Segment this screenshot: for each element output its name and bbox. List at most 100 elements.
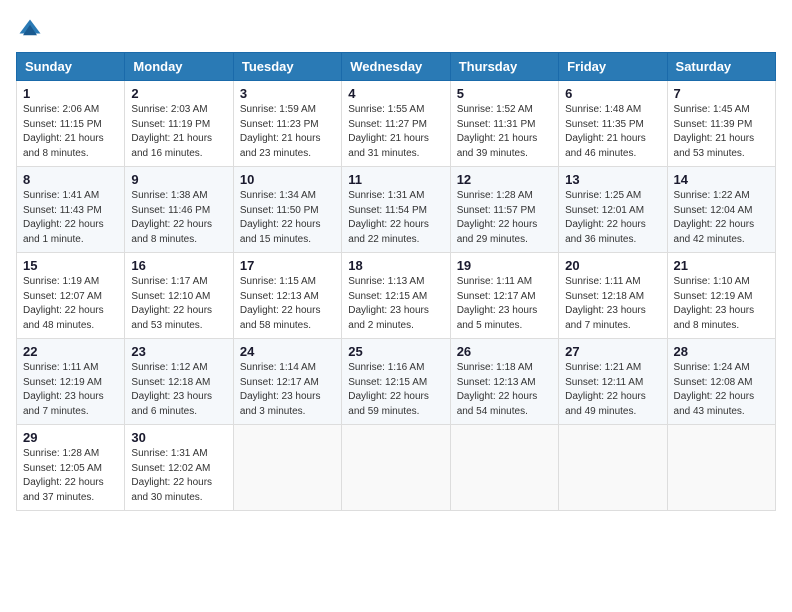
day-number: 4	[348, 86, 443, 101]
day-info: Sunrise: 1:22 AMSunset: 12:04 AMDaylight…	[674, 189, 769, 247]
calendar-day-cell	[450, 425, 558, 511]
day-info: Sunrise: 1:25 AMSunset: 12:01 AMDaylight…	[565, 189, 660, 247]
day-info: Sunrise: 1:48 AMSunset: 11:35 PMDaylight…	[565, 103, 660, 161]
day-of-week-header: Tuesday	[233, 53, 341, 81]
day-of-week-header: Friday	[559, 53, 667, 81]
day-info: Sunrise: 1:24 AMSunset: 12:08 AMDaylight…	[674, 361, 769, 419]
day-number: 10	[240, 172, 335, 187]
page-header	[16, 16, 776, 44]
day-number: 19	[457, 258, 552, 273]
calendar-week-row: 29 Sunrise: 1:28 AMSunset: 12:05 AMDaylig…	[17, 425, 776, 511]
calendar-day-cell: 28 Sunrise: 1:24 AMSunset: 12:08 AMDaylig…	[667, 339, 775, 425]
calendar-week-row: 8 Sunrise: 1:41 AMSunset: 11:43 PMDayligh…	[17, 167, 776, 253]
day-info: Sunrise: 1:11 AMSunset: 12:18 AMDaylight…	[565, 275, 660, 333]
day-number: 21	[674, 258, 769, 273]
day-of-week-header: Sunday	[17, 53, 125, 81]
calendar-day-cell: 21 Sunrise: 1:10 AMSunset: 12:19 AMDaylig…	[667, 253, 775, 339]
day-info: Sunrise: 1:34 AMSunset: 11:50 PMDaylight…	[240, 189, 335, 247]
day-number: 29	[23, 430, 118, 445]
day-number: 5	[457, 86, 552, 101]
day-number: 8	[23, 172, 118, 187]
day-number: 26	[457, 344, 552, 359]
calendar-day-cell: 17 Sunrise: 1:15 AMSunset: 12:13 AMDaylig…	[233, 253, 341, 339]
calendar-day-cell	[342, 425, 450, 511]
day-info: Sunrise: 2:03 AMSunset: 11:19 PMDaylight…	[131, 103, 226, 161]
day-number: 23	[131, 344, 226, 359]
day-info: Sunrise: 1:41 AMSunset: 11:43 PMDaylight…	[23, 189, 118, 247]
day-info: Sunrise: 1:19 AMSunset: 12:07 AMDaylight…	[23, 275, 118, 333]
day-number: 25	[348, 344, 443, 359]
day-info: Sunrise: 1:28 AMSunset: 12:05 AMDaylight…	[23, 447, 118, 505]
day-number: 11	[348, 172, 443, 187]
day-info: Sunrise: 1:52 AMSunset: 11:31 PMDaylight…	[457, 103, 552, 161]
calendar-day-cell: 13 Sunrise: 1:25 AMSunset: 12:01 AMDaylig…	[559, 167, 667, 253]
day-of-week-header: Wednesday	[342, 53, 450, 81]
calendar-week-row: 15 Sunrise: 1:19 AMSunset: 12:07 AMDaylig…	[17, 253, 776, 339]
calendar-day-cell: 26 Sunrise: 1:18 AMSunset: 12:13 AMDaylig…	[450, 339, 558, 425]
day-info: Sunrise: 1:14 AMSunset: 12:17 AMDaylight…	[240, 361, 335, 419]
calendar-day-cell	[667, 425, 775, 511]
day-of-week-header: Monday	[125, 53, 233, 81]
logo	[16, 16, 48, 44]
day-info: Sunrise: 1:11 AMSunset: 12:19 AMDaylight…	[23, 361, 118, 419]
day-number: 30	[131, 430, 226, 445]
calendar-day-cell: 1 Sunrise: 2:06 AMSunset: 11:15 PMDayligh…	[17, 81, 125, 167]
day-number: 27	[565, 344, 660, 359]
calendar-day-cell: 11 Sunrise: 1:31 AMSunset: 11:54 PMDaylig…	[342, 167, 450, 253]
calendar-day-cell: 10 Sunrise: 1:34 AMSunset: 11:50 PMDaylig…	[233, 167, 341, 253]
day-number: 3	[240, 86, 335, 101]
day-info: Sunrise: 1:11 AMSunset: 12:17 AMDaylight…	[457, 275, 552, 333]
day-info: Sunrise: 2:06 AMSunset: 11:15 PMDaylight…	[23, 103, 118, 161]
day-info: Sunrise: 1:31 AMSunset: 12:02 AMDaylight…	[131, 447, 226, 505]
day-info: Sunrise: 1:15 AMSunset: 12:13 AMDaylight…	[240, 275, 335, 333]
calendar-day-cell: 4Sunrise: 1:55 AMSunset: 11:27 PMDayligh…	[342, 81, 450, 167]
calendar-day-cell: 18Sunrise: 1:13 AMSunset: 12:15 AMDaylig…	[342, 253, 450, 339]
calendar-day-cell: 29 Sunrise: 1:28 AMSunset: 12:05 AMDaylig…	[17, 425, 125, 511]
day-number: 6	[565, 86, 660, 101]
calendar-day-cell: 5 Sunrise: 1:52 AMSunset: 11:31 PMDayligh…	[450, 81, 558, 167]
day-number: 28	[674, 344, 769, 359]
day-info: Sunrise: 1:13 AMSunset: 12:15 AMDaylight…	[348, 275, 443, 333]
calendar-day-cell: 14 Sunrise: 1:22 AMSunset: 12:04 AMDaylig…	[667, 167, 775, 253]
day-info: Sunrise: 1:12 AMSunset: 12:18 AMDaylight…	[131, 361, 226, 419]
calendar-day-cell: 16 Sunrise: 1:17 AMSunset: 12:10 AMDaylig…	[125, 253, 233, 339]
day-number: 13	[565, 172, 660, 187]
day-info: Sunrise: 1:21 AMSunset: 12:11 AMDaylight…	[565, 361, 660, 419]
day-number: 12	[457, 172, 552, 187]
calendar-day-cell: 8 Sunrise: 1:41 AMSunset: 11:43 PMDayligh…	[17, 167, 125, 253]
day-info: Sunrise: 1:16 AMSunset: 12:15 AMDaylight…	[348, 361, 443, 419]
day-info: Sunrise: 1:45 AMSunset: 11:39 PMDaylight…	[674, 103, 769, 161]
day-info: Sunrise: 1:31 AMSunset: 11:54 PMDaylight…	[348, 189, 443, 247]
day-number: 9	[131, 172, 226, 187]
calendar-header-row: SundayMondayTuesdayWednesdayThursdayFrid…	[17, 53, 776, 81]
calendar-day-cell: 15 Sunrise: 1:19 AMSunset: 12:07 AMDaylig…	[17, 253, 125, 339]
calendar-day-cell: 27 Sunrise: 1:21 AMSunset: 12:11 AMDaylig…	[559, 339, 667, 425]
day-info: Sunrise: 1:59 AMSunset: 11:23 PMDaylight…	[240, 103, 335, 161]
day-of-week-header: Thursday	[450, 53, 558, 81]
day-number: 2	[131, 86, 226, 101]
calendar-day-cell: 3 Sunrise: 1:59 AMSunset: 11:23 PMDayligh…	[233, 81, 341, 167]
day-info: Sunrise: 1:38 AMSunset: 11:46 PMDaylight…	[131, 189, 226, 247]
calendar-day-cell: 2 Sunrise: 2:03 AMSunset: 11:19 PMDayligh…	[125, 81, 233, 167]
day-number: 1	[23, 86, 118, 101]
calendar-day-cell: 7Sunrise: 1:45 AMSunset: 11:39 PMDayligh…	[667, 81, 775, 167]
calendar-day-cell: 20 Sunrise: 1:11 AMSunset: 12:18 AMDaylig…	[559, 253, 667, 339]
day-info: Sunrise: 1:17 AMSunset: 12:10 AMDaylight…	[131, 275, 226, 333]
calendar-day-cell: 9 Sunrise: 1:38 AMSunset: 11:46 PMDayligh…	[125, 167, 233, 253]
day-info: Sunrise: 1:18 AMSunset: 12:13 AMDaylight…	[457, 361, 552, 419]
calendar-table: SundayMondayTuesdayWednesdayThursdayFrid…	[16, 52, 776, 511]
day-number: 24	[240, 344, 335, 359]
calendar-day-cell: 24 Sunrise: 1:14 AMSunset: 12:17 AMDaylig…	[233, 339, 341, 425]
calendar-day-cell: 6 Sunrise: 1:48 AMSunset: 11:35 PMDayligh…	[559, 81, 667, 167]
calendar-day-cell: 25 Sunrise: 1:16 AMSunset: 12:15 AMDaylig…	[342, 339, 450, 425]
calendar-day-cell: 30 Sunrise: 1:31 AMSunset: 12:02 AMDaylig…	[125, 425, 233, 511]
day-info: Sunrise: 1:10 AMSunset: 12:19 AMDaylight…	[674, 275, 769, 333]
day-number: 14	[674, 172, 769, 187]
calendar-day-cell	[233, 425, 341, 511]
day-number: 17	[240, 258, 335, 273]
logo-icon	[16, 16, 44, 44]
day-number: 15	[23, 258, 118, 273]
day-number: 20	[565, 258, 660, 273]
day-number: 16	[131, 258, 226, 273]
calendar-day-cell: 22Sunrise: 1:11 AMSunset: 12:19 AMDaylig…	[17, 339, 125, 425]
